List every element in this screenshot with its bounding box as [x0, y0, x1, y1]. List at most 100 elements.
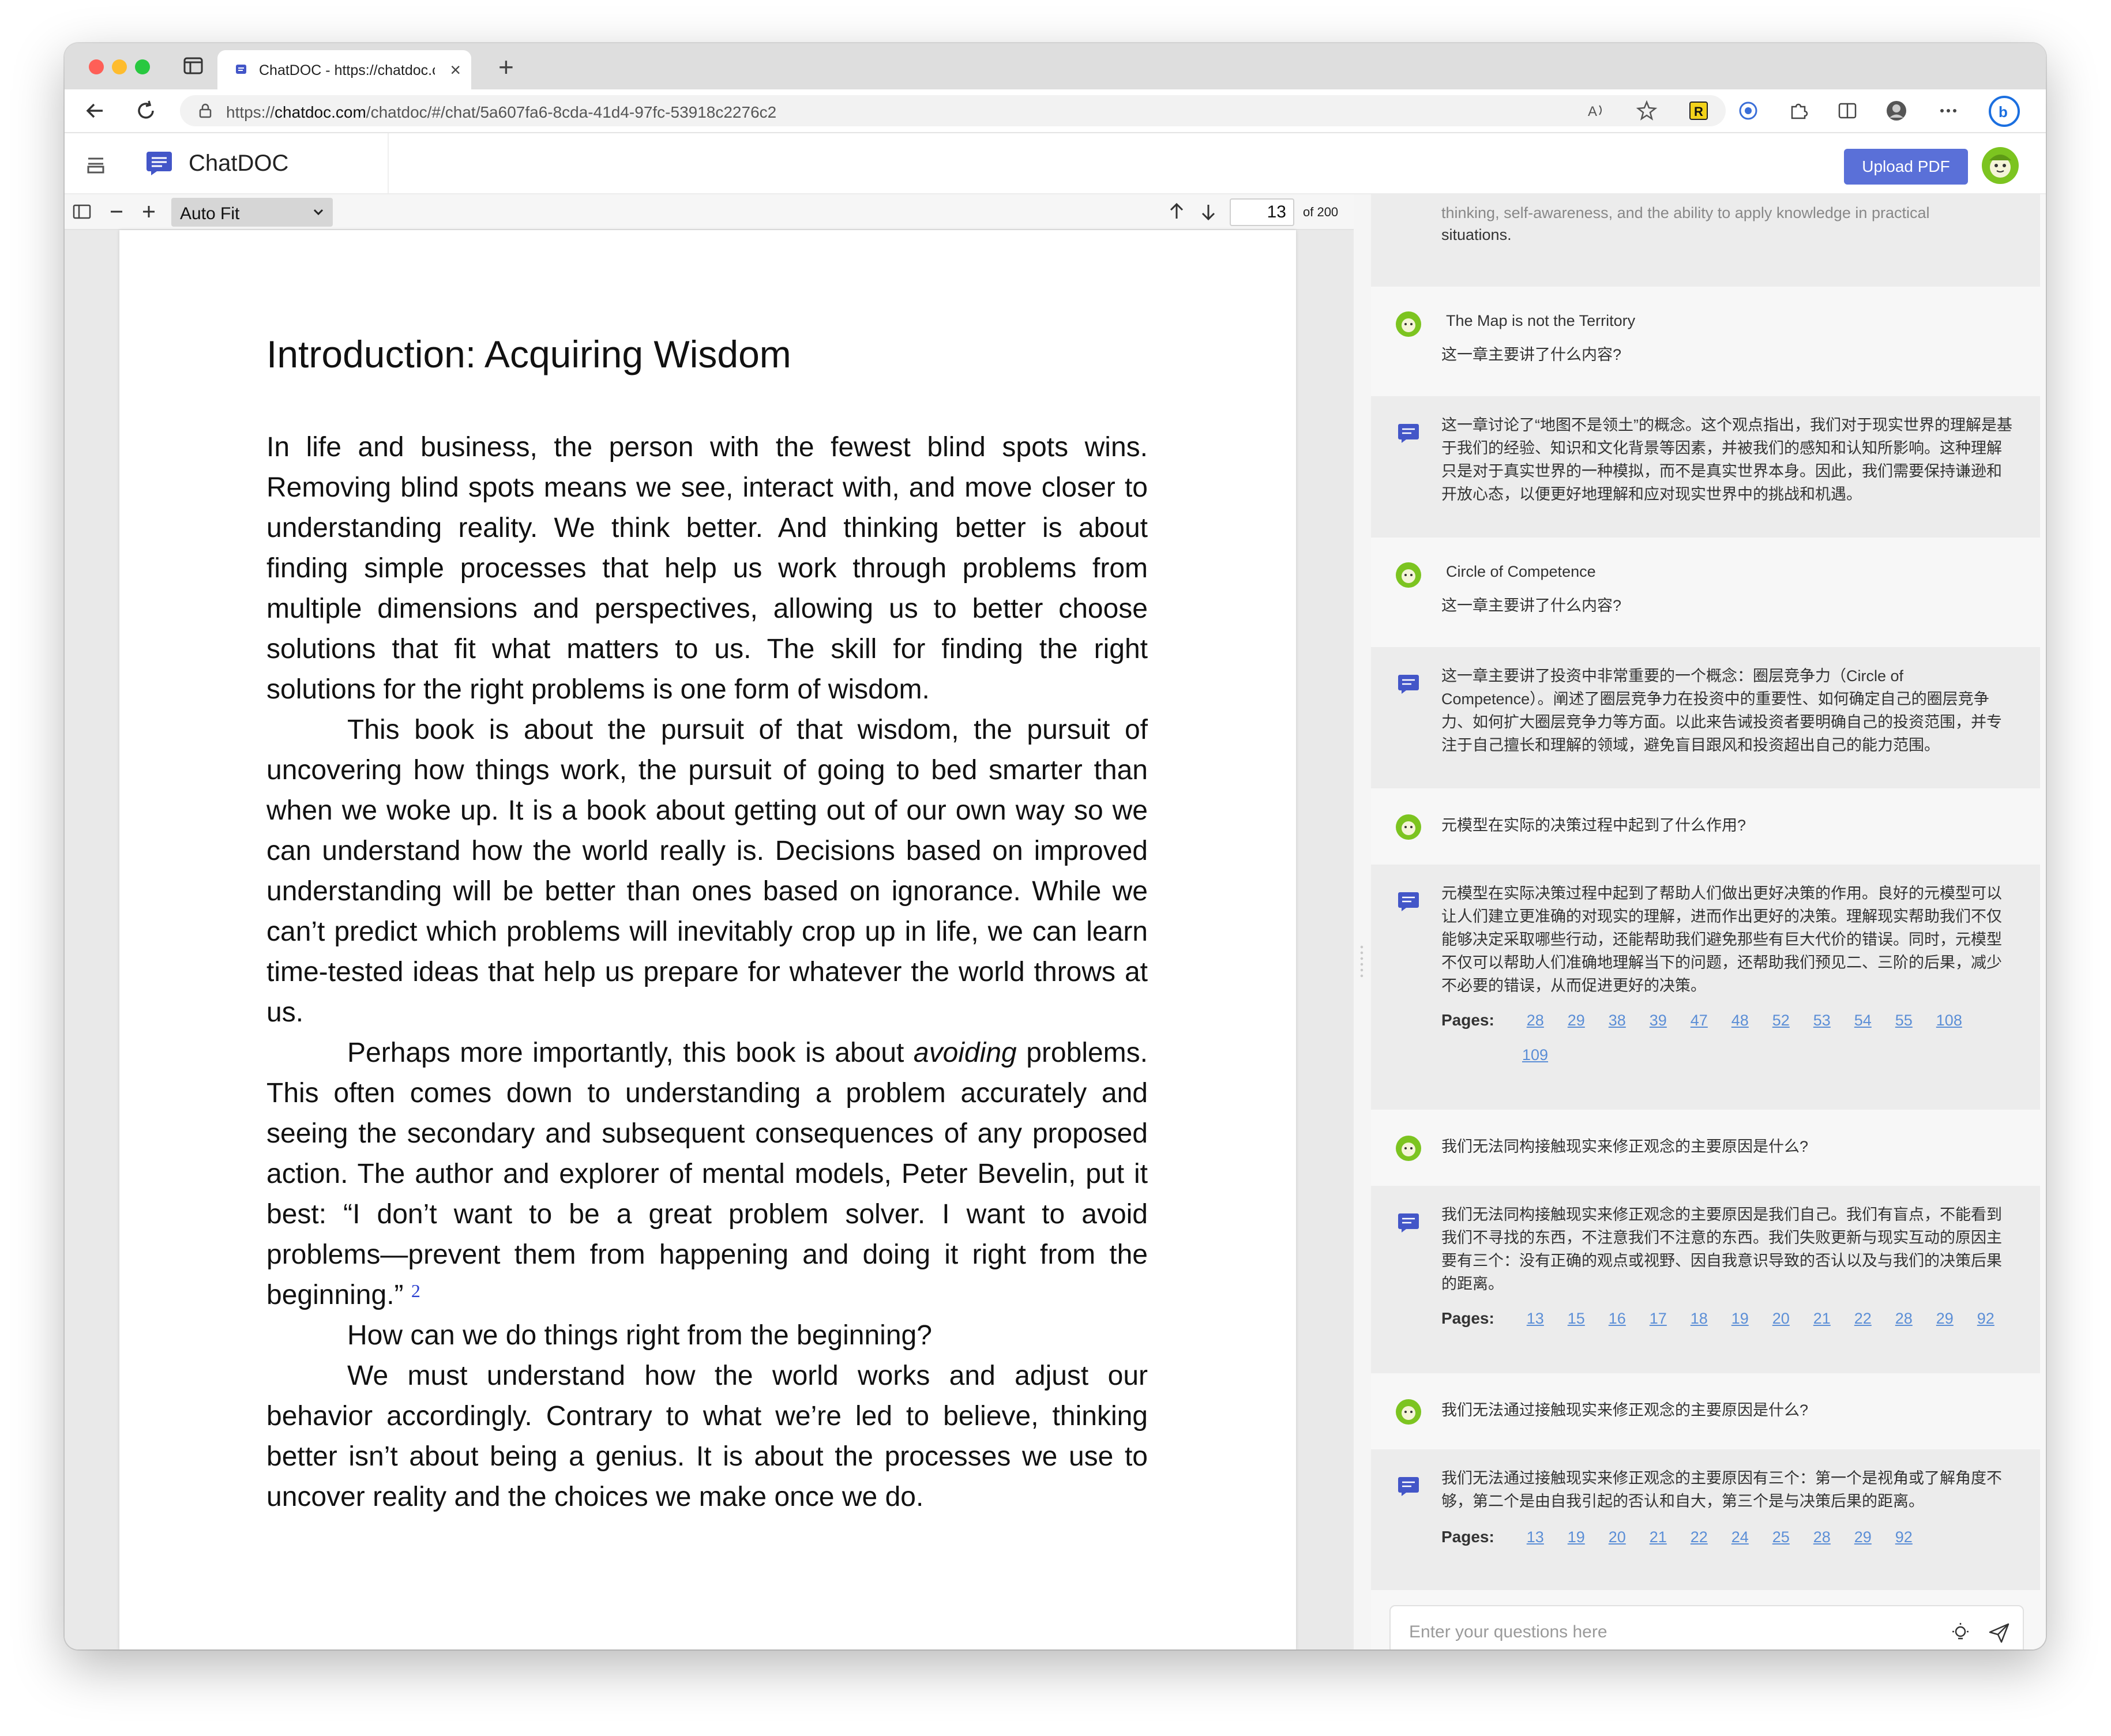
lock-icon[interactable] — [197, 103, 213, 119]
paragraph-3: Perhaps more importantly, this book is a… — [266, 1038, 1148, 1310]
question-message: 我们无法同构接触现实来修正观念的主要原因是什么? — [1371, 1110, 2040, 1186]
previous-page-arrow-icon[interactable] — [1166, 201, 1187, 222]
extension-shield-icon[interactable] — [1736, 99, 1760, 123]
answer-text: 我们无法通过接触现实来修正观念的主要原因有三个：第一个是视角或了解角度不够，第二… — [1441, 1470, 2002, 1510]
page-link[interactable]: 20 — [1772, 1301, 1813, 1336]
page-link[interactable]: 16 — [1609, 1301, 1650, 1336]
extensions-puzzle-icon[interactable] — [1786, 99, 1810, 123]
page-link[interactable]: 22 — [1854, 1301, 1895, 1336]
page-link[interactable]: 19 — [1731, 1301, 1772, 1336]
page-link[interactable]: 29 — [1936, 1301, 1977, 1336]
profile-avatar-icon[interactable] — [1884, 99, 1909, 123]
more-options-icon[interactable] — [1936, 99, 1960, 123]
zoom-out-icon[interactable] — [106, 201, 127, 222]
chatdoc-favicon-icon — [236, 65, 246, 74]
pdf-viewer[interactable]: Introduction: Acquiring Wisdom In life a… — [65, 230, 1354, 1649]
question-input-box — [1389, 1605, 2024, 1649]
answer-message: 这一章讨论了“地图不是领土”的概念。这个观点指出，我们对于现实世界的理解是基于我… — [1371, 396, 2040, 538]
page-link[interactable]: 17 — [1650, 1301, 1691, 1336]
page-link[interactable]: 108 — [1936, 1003, 1977, 1038]
page-link[interactable]: 52 — [1772, 1003, 1813, 1038]
page-link[interactable]: 29 — [1854, 1520, 1895, 1554]
user-avatar-icon — [1396, 311, 1421, 337]
browser-tab[interactable]: ChatDOC - https://chatdoc.com × — [217, 50, 471, 89]
question-chapter-title: Circle of Competence — [1446, 563, 1596, 580]
page-link[interactable]: 21 — [1813, 1301, 1854, 1336]
svg-text:R: R — [1694, 104, 1703, 119]
page-link[interactable]: 28 — [1527, 1003, 1568, 1038]
panel-resizer[interactable] — [1354, 194, 1371, 1649]
page-link[interactable]: 28 — [1895, 1301, 1936, 1336]
extension-r-icon[interactable]: R — [1686, 99, 1711, 123]
page-link[interactable]: 54 — [1854, 1003, 1895, 1038]
page-link[interactable]: 21 — [1650, 1520, 1691, 1554]
zoom-window-button[interactable] — [135, 59, 150, 74]
page-link[interactable]: 22 — [1691, 1520, 1731, 1554]
page-link[interactable]: 38 — [1609, 1003, 1650, 1038]
zoom-select[interactable]: Auto Fit — [171, 198, 333, 227]
question-text: 元模型在实际的决策过程中起到了什么作用? — [1441, 817, 1746, 834]
page-link[interactable]: 13 — [1527, 1301, 1568, 1336]
page-link[interactable]: 28 — [1813, 1520, 1854, 1554]
close-window-button[interactable] — [89, 59, 104, 74]
upload-pdf-button[interactable]: Upload PDF — [1844, 149, 1968, 185]
zoom-in-icon[interactable] — [138, 201, 159, 222]
question-text: 这一章主要讲了什么内容? — [1441, 346, 1622, 363]
user-avatar-icon[interactable] — [1981, 146, 2019, 185]
header-divider — [388, 133, 389, 193]
chatdoc-bot-icon — [1398, 892, 1419, 911]
toggle-sidebar-icon[interactable] — [72, 201, 92, 222]
page-link[interactable]: 29 — [1568, 1003, 1609, 1038]
pdf-page: Introduction: Acquiring Wisdom In life a… — [119, 230, 1296, 1649]
back-arrow-icon[interactable] — [82, 97, 108, 124]
question-text: 这一章主要讲了什么内容? — [1441, 597, 1622, 614]
favorite-star-icon[interactable] — [1635, 99, 1659, 123]
page-link[interactable]: 55 — [1895, 1003, 1936, 1038]
footnote-link[interactable]: 2 — [411, 1280, 420, 1301]
page-link[interactable]: 92 — [1895, 1520, 1936, 1554]
paragraph-4: How can we do things right from the begi… — [347, 1320, 932, 1351]
source-pages: Pages: 13 15 16 17 18 19 20 21 22 28 29 92 — [1441, 1301, 2018, 1336]
page-link[interactable]: 39 — [1650, 1003, 1691, 1038]
new-tab-button[interactable]: + — [498, 52, 514, 81]
address-bar[interactable]: https://chatdoc.com/chatdoc/#/chat/5a607… — [180, 95, 1726, 126]
next-page-arrow-icon[interactable] — [1198, 201, 1219, 222]
page-link[interactable]: 109 — [1522, 1038, 1563, 1072]
chatdoc-logo-icon — [147, 152, 172, 175]
page-link[interactable]: 18 — [1691, 1301, 1731, 1336]
send-icon[interactable] — [1988, 1621, 2011, 1644]
chatdoc-bot-icon — [1398, 1213, 1419, 1233]
page-link[interactable]: 24 — [1731, 1520, 1772, 1554]
page-link[interactable]: 25 — [1772, 1520, 1813, 1554]
source-pages: Pages: 13 19 20 21 22 24 25 28 29 92 — [1441, 1520, 2018, 1554]
paragraph-2: This book is about the pursuit of that w… — [266, 715, 1148, 1028]
page-link[interactable]: 47 — [1691, 1003, 1731, 1038]
lightbulb-icon[interactable] — [1949, 1621, 1972, 1644]
reload-icon[interactable] — [133, 97, 159, 124]
workspaces-icon[interactable] — [183, 56, 204, 76]
page-link[interactable]: 13 — [1527, 1520, 1568, 1554]
user-avatar-icon — [1396, 1399, 1421, 1425]
page-link[interactable]: 20 — [1609, 1520, 1650, 1554]
resize-grip-icon[interactable] — [1360, 944, 1363, 979]
document-list-icon[interactable] — [85, 154, 107, 175]
tab-strip: ChatDOC - https://chatdoc.com × + — [65, 43, 2046, 89]
source-pages: Pages: 28 29 38 39 47 48 52 53 54 55 108 109 — [1441, 1003, 2018, 1072]
answer-partial: thinking, self-awareness, and the abilit… — [1371, 194, 2040, 287]
tab-close-icon[interactable]: × — [450, 58, 461, 81]
url-text: https://chatdoc.com/chatdoc/#/chat/5a607… — [226, 103, 777, 121]
minimize-window-button[interactable] — [112, 59, 127, 74]
bing-copilot-icon[interactable]: b — [1988, 95, 2020, 127]
answer-partial-line-2: situations. — [1441, 226, 1512, 243]
page-link[interactable]: 19 — [1568, 1520, 1609, 1554]
question-input[interactable] — [1408, 1620, 1929, 1644]
user-avatar-icon — [1396, 1136, 1421, 1161]
question-text: 我们无法通过接触现实来修正观念的主要原因是什么? — [1441, 1401, 1809, 1419]
page-link[interactable]: 53 — [1813, 1003, 1854, 1038]
split-screen-icon[interactable] — [1835, 99, 1860, 123]
page-link[interactable]: 48 — [1731, 1003, 1772, 1038]
page-link[interactable]: 92 — [1977, 1301, 2018, 1336]
read-aloud-icon[interactable]: A — [1584, 99, 1609, 123]
page-number-input[interactable] — [1230, 198, 1294, 226]
page-link[interactable]: 15 — [1568, 1301, 1609, 1336]
